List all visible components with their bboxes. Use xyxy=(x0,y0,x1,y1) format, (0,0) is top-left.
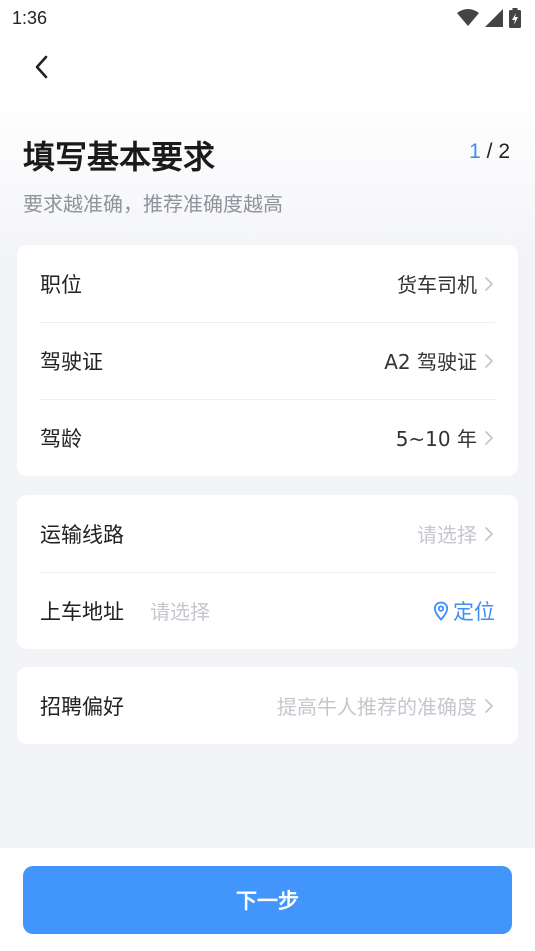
preference-value-group: 提高牛人推荐的准确度 xyxy=(277,691,495,720)
step-indicator: 1 / 2 xyxy=(469,140,510,164)
route-label: 运输线路 xyxy=(40,522,124,547)
page-subtitle: 要求越准确，推荐准确度越高 xyxy=(23,192,283,216)
step-total: 2 xyxy=(498,140,510,163)
next-step-button[interactable]: 下一步 xyxy=(23,866,512,934)
driving-years-value: 5~10 年 xyxy=(395,427,477,451)
license-row[interactable]: 驾驶证 A2 驾驶证 xyxy=(17,322,518,399)
preference-label: 招聘偏好 xyxy=(40,694,124,719)
position-row[interactable]: 职位 货车司机 xyxy=(17,245,518,322)
wifi-icon xyxy=(457,9,479,26)
route-card: 运输线路 请选择 上车地址 请选择 定位 xyxy=(17,495,518,649)
route-row[interactable]: 运输线路 请选择 xyxy=(17,495,518,572)
chevron-right-icon xyxy=(485,526,493,541)
preference-placeholder: 提高牛人推荐的准确度 xyxy=(277,695,477,719)
address-row: 上车地址 请选择 定位 xyxy=(17,572,518,649)
license-value-group: A2 驾驶证 xyxy=(384,346,495,375)
license-value: A2 驾驶证 xyxy=(384,350,477,374)
preference-card: 招聘偏好 提高牛人推荐的准确度 xyxy=(17,667,518,744)
basic-info-card: 职位 货车司机 驾驶证 A2 驾驶证 驾龄 5~10 年 xyxy=(17,245,518,476)
status-bar: 1:36 xyxy=(0,0,535,36)
chevron-right-icon xyxy=(485,698,493,713)
status-time: 1:36 xyxy=(12,7,48,28)
locate-label: 定位 xyxy=(453,599,495,624)
position-label: 职位 xyxy=(40,272,82,297)
status-icons xyxy=(457,8,521,28)
chevron-right-icon xyxy=(485,276,493,291)
step-current: 1 xyxy=(469,140,481,163)
driving-years-value-group: 5~10 年 xyxy=(396,423,495,452)
driving-years-row[interactable]: 驾龄 5~10 年 xyxy=(17,399,518,476)
chevron-right-icon xyxy=(485,353,493,368)
driving-years-label: 驾龄 xyxy=(40,426,82,451)
page-title: 填写基本要求 xyxy=(23,138,216,176)
position-value-group: 货车司机 xyxy=(397,269,495,298)
back-button[interactable] xyxy=(26,50,56,84)
route-placeholder: 请选择 xyxy=(417,523,477,547)
license-label: 驾驶证 xyxy=(40,349,103,374)
location-pin-icon xyxy=(433,601,449,621)
signal-icon xyxy=(485,9,503,27)
route-value-group: 请选择 xyxy=(417,519,495,548)
position-value: 货车司机 xyxy=(397,273,477,297)
battery-charging-icon xyxy=(509,8,521,28)
header-background xyxy=(0,0,535,260)
locate-button[interactable]: 定位 xyxy=(433,596,495,626)
address-label: 上车地址 xyxy=(40,599,124,624)
preference-row[interactable]: 招聘偏好 提高牛人推荐的准确度 xyxy=(17,667,518,744)
chevron-left-icon xyxy=(35,55,48,79)
address-input[interactable]: 请选择 xyxy=(150,596,210,625)
chevron-right-icon xyxy=(485,430,493,445)
step-separator: / xyxy=(480,140,499,163)
